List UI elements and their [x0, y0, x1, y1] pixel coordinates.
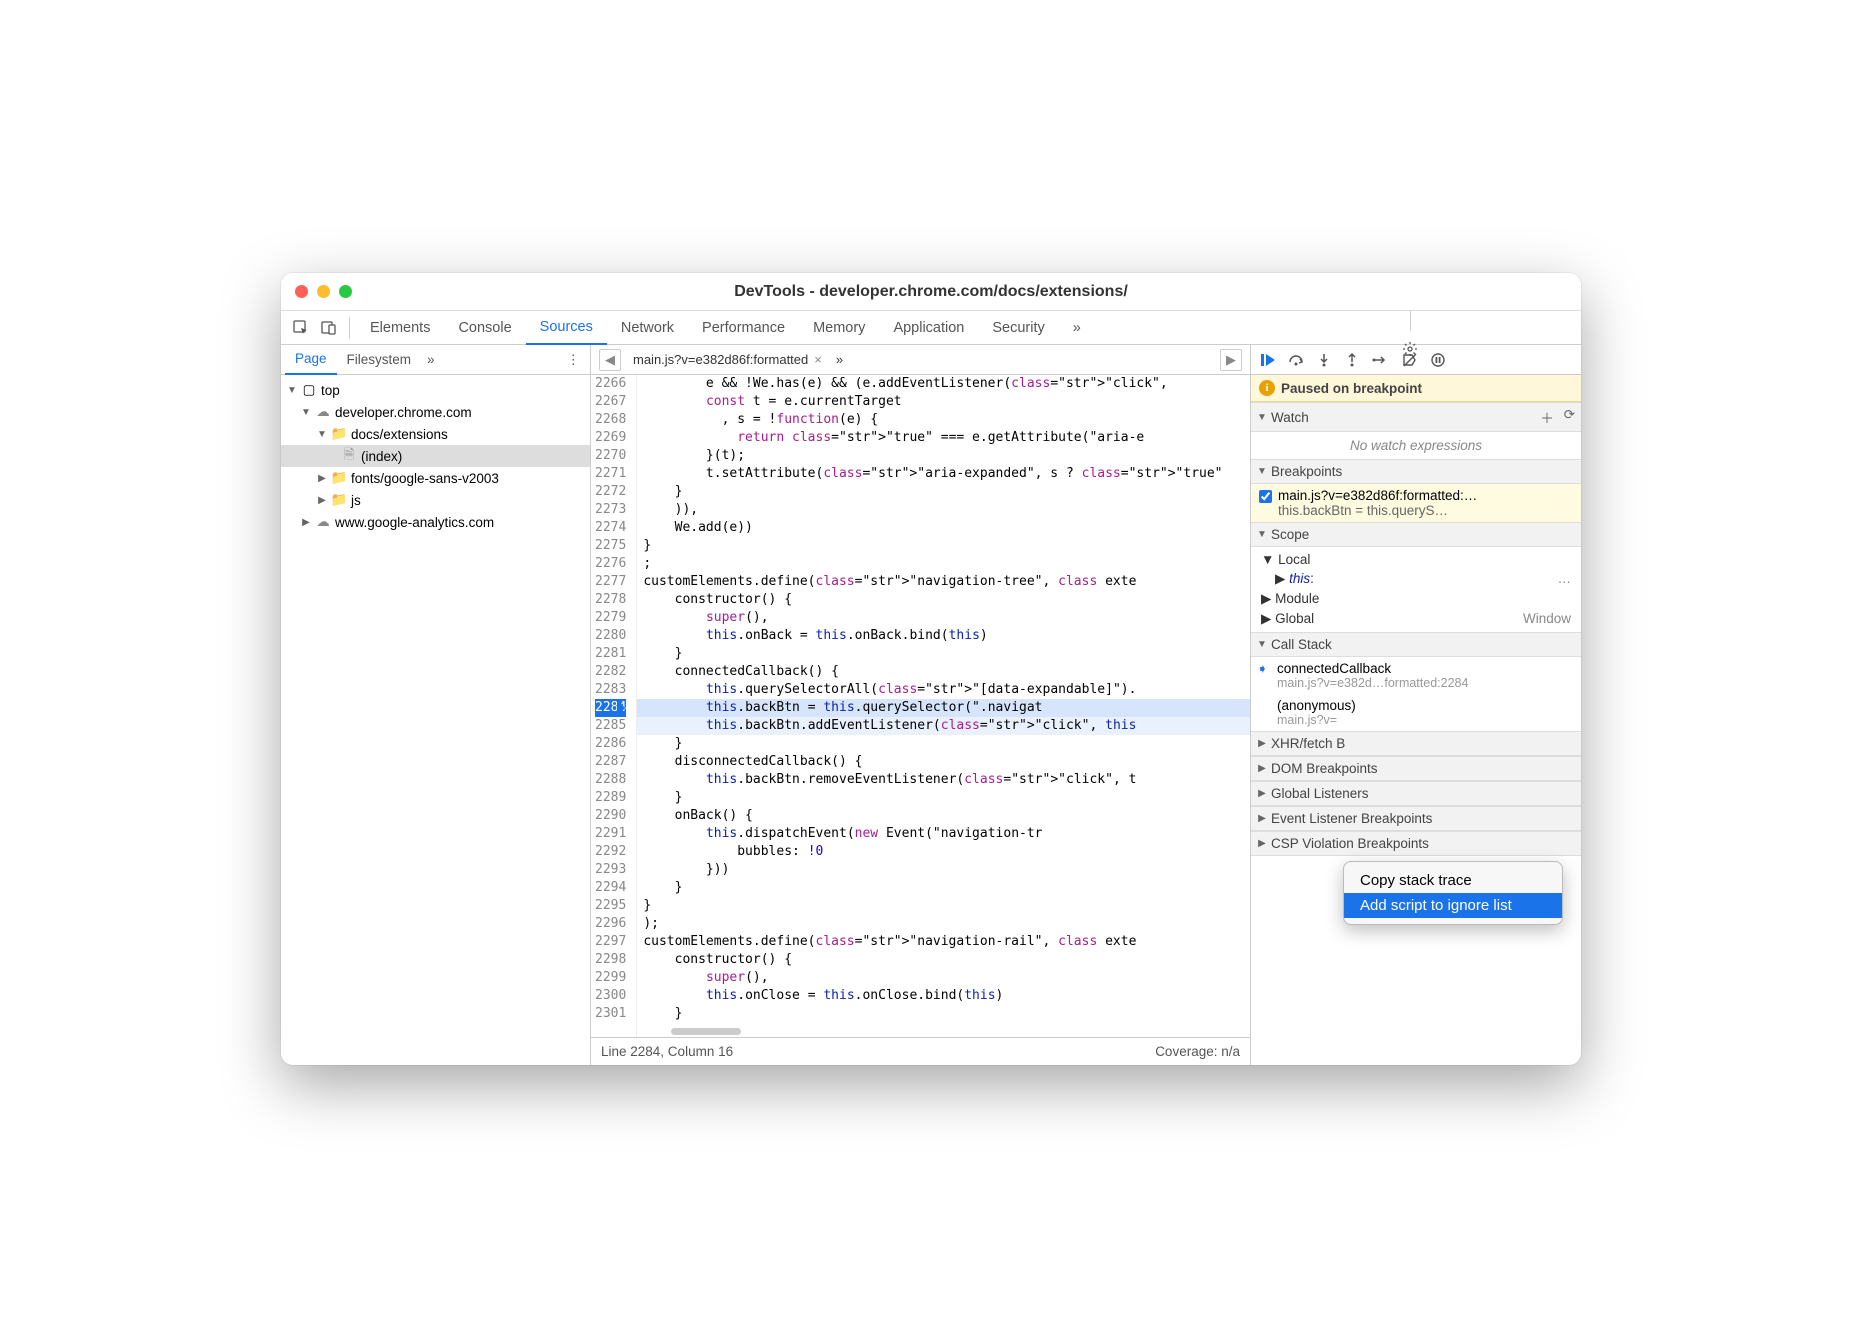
callstack-frame-current[interactable]: connectedCallback main.js?v=e382d…format… [1251, 657, 1581, 694]
callstack-frame[interactable]: (anonymous) main.js?v= [1251, 694, 1581, 731]
breakpoint-checkbox[interactable] [1259, 490, 1272, 503]
editor-nav-back-icon[interactable]: ◀ [599, 349, 621, 371]
csp-bp-header[interactable]: ▶CSP Violation Breakpoints [1251, 831, 1581, 856]
tab-network[interactable]: Network [607, 311, 688, 345]
step-over-icon[interactable] [1283, 347, 1309, 373]
horizontal-scrollbar[interactable] [671, 1028, 741, 1035]
step-out-icon[interactable] [1339, 347, 1365, 373]
scope-global[interactable]: ▶ GlobalWindow [1251, 609, 1581, 629]
window-controls [295, 285, 352, 298]
tree-domain[interactable]: ▼☁developer.chrome.com [281, 401, 590, 423]
more-editor-tabs-icon[interactable]: » [830, 352, 849, 367]
breakpoint-item[interactable]: main.js?v=e382d86f:formatted:… this.back… [1251, 484, 1581, 522]
tab-sources[interactable]: Sources [526, 311, 607, 345]
menu-add-ignore-list[interactable]: Add script to ignore list [1344, 893, 1562, 918]
cursor-position: Line 2284, Column 16 [601, 1044, 733, 1059]
scope-module[interactable]: ▶ Module [1251, 589, 1581, 609]
navigator-panel: Page Filesystem » ⋮ ▼▢top ▼☁developer.ch… [281, 345, 591, 1065]
tree-folder[interactable]: ▶📁js [281, 489, 590, 511]
scope-this[interactable]: ▶ this: … [1251, 569, 1581, 589]
minimize-window-icon[interactable] [317, 285, 330, 298]
scope-local[interactable]: ▼ Local [1251, 550, 1581, 569]
paused-banner: i Paused on breakpoint [1251, 375, 1581, 402]
more-navigator-tabs-icon[interactable]: » [421, 352, 441, 367]
tree-folder[interactable]: ▶📁fonts/google-sans-v2003 [281, 467, 590, 489]
devtools-window: DevTools - developer.chrome.com/docs/ext… [281, 273, 1581, 1065]
tree-top[interactable]: ▼▢top [281, 379, 590, 401]
scope-header[interactable]: ▼Scope [1251, 522, 1581, 547]
main-toolbar: Elements Console Sources Network Perform… [281, 311, 1581, 345]
device-toggle-icon[interactable] [315, 314, 343, 342]
titlebar: DevTools - developer.chrome.com/docs/ext… [281, 273, 1581, 311]
tab-console[interactable]: Console [444, 311, 525, 345]
tree-file-selected[interactable]: 🗎(index) [281, 445, 590, 467]
context-menu: Copy stack trace Add script to ignore li… [1343, 861, 1563, 925]
dom-breakpoints-header[interactable]: ▶DOM Breakpoints [1251, 756, 1581, 781]
step-icon[interactable] [1367, 347, 1393, 373]
editor-panel: ◀ main.js?v=e382d86f:formatted × » ▶ 226… [591, 345, 1251, 1065]
refresh-watch-icon[interactable]: ⟳ [1564, 407, 1575, 427]
tree-folder[interactable]: ▼📁docs/extensions [281, 423, 590, 445]
tab-performance[interactable]: Performance [688, 311, 799, 345]
tab-security[interactable]: Security [978, 311, 1058, 345]
deactivate-breakpoints-icon[interactable] [1397, 347, 1423, 373]
tree-domain[interactable]: ▶☁www.google-analytics.com [281, 511, 590, 533]
debugger-toolbar [1251, 345, 1581, 375]
tab-elements[interactable]: Elements [356, 311, 444, 345]
navigator-menu-icon[interactable]: ⋮ [561, 352, 587, 368]
menu-copy-stack-trace[interactable]: Copy stack trace [1344, 868, 1562, 893]
breakpoints-header[interactable]: ▼Breakpoints [1251, 459, 1581, 484]
more-tabs-icon[interactable]: » [1059, 311, 1095, 345]
tab-memory[interactable]: Memory [799, 311, 879, 345]
event-listener-bp-header[interactable]: ▶Event Listener Breakpoints [1251, 806, 1581, 831]
info-icon: i [1259, 380, 1275, 396]
inspect-icon[interactable] [287, 314, 315, 342]
add-watch-icon[interactable]: ＋ [1540, 407, 1554, 427]
debugger-panel: i Paused on breakpoint ▼Watch ＋ ⟳ No wat… [1251, 345, 1581, 1065]
coverage-status: Coverage: n/a [1155, 1044, 1240, 1059]
panel-tabs: Elements Console Sources Network Perform… [356, 311, 1245, 345]
watch-header[interactable]: ▼Watch ＋ ⟳ [1251, 402, 1581, 432]
editor-nav-fwd-icon[interactable]: ▶ [1220, 349, 1242, 371]
pause-exceptions-icon[interactable] [1425, 347, 1451, 373]
maximize-window-icon[interactable] [339, 285, 352, 298]
editor-statusbar: Line 2284, Column 16 Coverage: n/a [591, 1037, 1250, 1065]
close-tab-icon[interactable]: × [814, 352, 822, 367]
editor-tab[interactable]: main.js?v=e382d86f:formatted × [625, 345, 830, 375]
watch-empty: No watch expressions [1251, 432, 1581, 459]
tab-application[interactable]: Application [879, 311, 978, 345]
close-window-icon[interactable] [295, 285, 308, 298]
step-into-icon[interactable] [1311, 347, 1337, 373]
code-editor[interactable]: 2266226722682269227022712272227322742275… [591, 375, 1250, 1037]
window-title: DevTools - developer.chrome.com/docs/ext… [295, 283, 1567, 301]
file-tree: ▼▢top ▼☁developer.chrome.com ▼📁docs/exte… [281, 375, 590, 1065]
navigator-tab-filesystem[interactable]: Filesystem [337, 345, 422, 375]
callstack-header[interactable]: ▼Call Stack [1251, 632, 1581, 657]
global-listeners-header[interactable]: ▶Global Listeners [1251, 781, 1581, 806]
navigator-tab-page[interactable]: Page [285, 345, 337, 375]
xhr-breakpoints-header[interactable]: ▶XHR/fetch B [1251, 731, 1581, 756]
resume-icon[interactable] [1255, 347, 1281, 373]
